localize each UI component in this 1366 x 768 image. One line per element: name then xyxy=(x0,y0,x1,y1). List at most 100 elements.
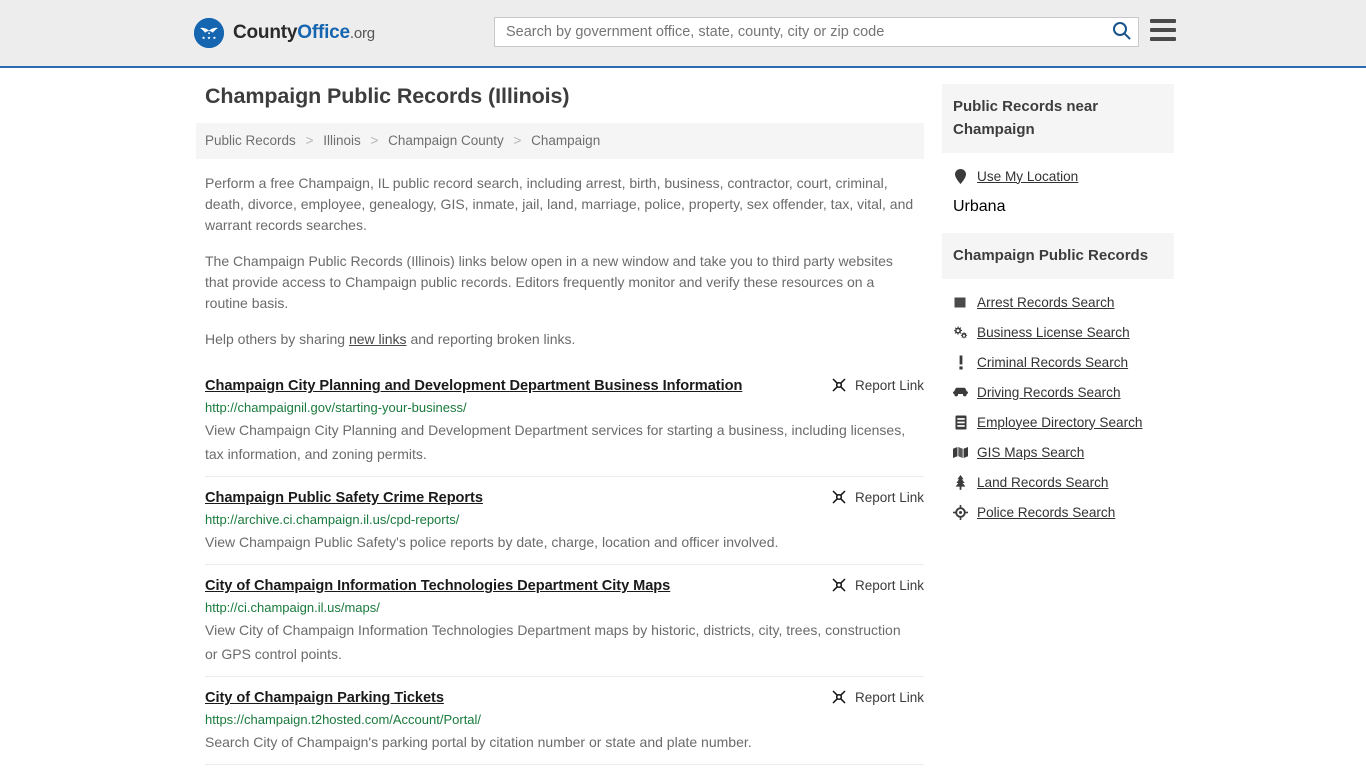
search-icon xyxy=(1112,21,1131,43)
site-logo-text: CountyOffice.org xyxy=(233,22,375,44)
listing-header: City of Champaign Parking Tickets Report… xyxy=(205,688,924,708)
content-container: Champaign Public Records (Illinois) Publ… xyxy=(196,68,1174,765)
listing-description: View Champaign City Planning and Develop… xyxy=(205,422,906,462)
page-body: Champaign Public Records (Illinois) Publ… xyxy=(0,68,1366,765)
hamburger-bar-2 xyxy=(1150,28,1176,32)
new-links-link[interactable]: new links xyxy=(349,331,407,347)
sidebar-item-employee-directory-search[interactable]: Employee Directory Search xyxy=(953,407,1174,437)
listing-item: Champaign City Planning and Development … xyxy=(205,365,924,477)
brand-part-org: .org xyxy=(349,25,375,42)
county-office-eagle-logo-icon xyxy=(194,18,224,48)
brand-part-county: County xyxy=(233,22,298,43)
main-column: Champaign Public Records (Illinois) Publ… xyxy=(196,84,924,765)
nearby-records-list: Use My Location Urbana xyxy=(942,153,1174,223)
brand-part-office: Office xyxy=(297,22,350,43)
square-icon xyxy=(953,294,968,310)
search-button[interactable] xyxy=(1104,18,1138,46)
sidebar: Public Records near Champaign Use My Loc… xyxy=(942,84,1174,537)
help-prefix-text: Help others by sharing xyxy=(205,331,349,347)
sidebar-item-label: Business License Search xyxy=(977,324,1130,340)
nearby-records-panel: Public Records near Champaign Use My Loc… xyxy=(942,84,1174,223)
sidebar-item-business-license-search[interactable]: Business License Search xyxy=(953,317,1174,347)
page-title: Champaign Public Records (Illinois) xyxy=(205,84,570,108)
listing-header: Champaign Public Safety Crime Reports Re… xyxy=(205,488,924,508)
cogs-icon xyxy=(953,324,968,340)
listing-title-link[interactable]: City of Champaign Parking Tickets xyxy=(205,688,444,708)
sidebar-item-label: Arrest Records Search xyxy=(977,294,1115,310)
listing-item: Champaign Public Safety Crime Reports Re… xyxy=(205,477,924,565)
map-icon xyxy=(953,444,968,460)
listing-description: View Champaign Public Safety's police re… xyxy=(205,534,779,550)
listing-description: View City of Champaign Information Techn… xyxy=(205,622,901,662)
nearby-records-heading: Public Records near Champaign xyxy=(942,84,1174,153)
sidebar-item-use-my-location[interactable]: Use My Location xyxy=(953,161,1174,191)
report-link-button[interactable]: Report Link xyxy=(831,488,924,505)
listing-url[interactable]: http://archive.ci.champaign.il.us/cpd-re… xyxy=(205,511,924,529)
listing-item: City of Champaign Parking Tickets Report… xyxy=(205,677,924,765)
sidebar-item-label: GIS Maps Search xyxy=(977,444,1085,460)
hamburger-menu-icon[interactable] xyxy=(1150,19,1176,41)
champaign-records-heading: Champaign Public Records xyxy=(942,233,1174,279)
report-link-button[interactable]: Report Link xyxy=(831,688,924,705)
broken-link-icon xyxy=(831,577,847,593)
broken-link-icon xyxy=(831,377,847,393)
report-link-label: Report Link xyxy=(854,489,924,505)
police-badge-icon xyxy=(953,504,968,520)
hamburger-bar-3 xyxy=(1150,37,1176,41)
sidebar-item-driving-records-search[interactable]: Driving Records Search xyxy=(953,377,1174,407)
listing-url[interactable]: http://champaignil.gov/starting-your-bus… xyxy=(205,399,924,417)
sidebar-item-criminal-records-search[interactable]: Criminal Records Search xyxy=(953,347,1174,377)
sidebar-item-urbana[interactable]: Urbana xyxy=(953,191,1174,223)
breadcrumb-separator-3: > xyxy=(513,133,522,148)
listing-title-link[interactable]: City of Champaign Information Technologi… xyxy=(205,576,670,596)
sidebar-item-gis-maps-search[interactable]: GIS Maps Search xyxy=(953,437,1174,467)
breadcrumb: Public Records > Illinois > Champaign Co… xyxy=(196,123,924,159)
exclamation-icon xyxy=(953,354,968,370)
search-input[interactable] xyxy=(495,18,1104,46)
sidebar-item-arrest-records-search[interactable]: Arrest Records Search xyxy=(953,287,1174,317)
intro-paragraph-1: Perform a free Champaign, IL public reco… xyxy=(205,175,914,233)
listing-url[interactable]: http://ci.champaign.il.us/maps/ xyxy=(205,599,924,617)
report-link-label: Report Link xyxy=(854,689,924,705)
listing-title-link[interactable]: Champaign City Planning and Development … xyxy=(205,376,742,396)
sidebar-item-label: Urbana xyxy=(953,198,1006,215)
listing-header: Champaign City Planning and Development … xyxy=(205,376,924,396)
tree-icon xyxy=(953,474,968,490)
sidebar-item-label: Criminal Records Search xyxy=(977,354,1129,370)
site-logo[interactable]: CountyOffice.org xyxy=(194,18,375,48)
search-bar xyxy=(494,17,1139,47)
broken-link-icon xyxy=(831,689,847,705)
report-link-button[interactable]: Report Link xyxy=(831,576,924,593)
help-suffix-text: and reporting broken links. xyxy=(406,331,576,347)
breadcrumb-separator-1: > xyxy=(305,133,314,148)
listing-item: City of Champaign Information Technologi… xyxy=(205,565,924,677)
champaign-records-panel: Champaign Public Records Arrest Records … xyxy=(942,233,1174,527)
id-card-icon xyxy=(953,414,968,430)
listing-title-link[interactable]: Champaign Public Safety Crime Reports xyxy=(205,488,483,508)
report-link-label: Report Link xyxy=(854,577,924,593)
help-share-paragraph: Help others by sharing new links and rep… xyxy=(205,329,920,350)
sidebar-item-label: Use My Location xyxy=(977,168,1079,184)
broken-link-icon xyxy=(831,489,847,505)
site-header: CountyOffice.org xyxy=(0,0,1366,68)
breadcrumb-item-illinois[interactable]: Illinois xyxy=(323,133,361,148)
hamburger-bar-1 xyxy=(1150,19,1176,23)
breadcrumb-item-public-records[interactable]: Public Records xyxy=(205,133,296,148)
report-link-button[interactable]: Report Link xyxy=(831,376,924,393)
breadcrumb-item-champaign-county[interactable]: Champaign County xyxy=(388,133,504,148)
intro-paragraph-2: The Champaign Public Records (Illinois) … xyxy=(205,253,893,311)
sidebar-item-label: Driving Records Search xyxy=(977,384,1121,400)
listing-description: Search City of Champaign's parking porta… xyxy=(205,734,752,750)
listing-header: City of Champaign Information Technologi… xyxy=(205,576,924,596)
sidebar-item-label: Land Records Search xyxy=(977,474,1109,490)
champaign-records-list: Arrest Records Search Business License S… xyxy=(942,279,1174,527)
sidebar-item-police-records-search[interactable]: Police Records Search xyxy=(953,497,1174,527)
car-icon xyxy=(953,384,968,400)
sidebar-item-land-records-search[interactable]: Land Records Search xyxy=(953,467,1174,497)
breadcrumb-separator-2: > xyxy=(370,133,379,148)
breadcrumb-item-champaign[interactable]: Champaign xyxy=(531,133,600,148)
map-pin-icon xyxy=(953,168,968,184)
listing-url[interactable]: https://champaign.t2hosted.com/Account/P… xyxy=(205,711,924,729)
sidebar-item-label: Police Records Search xyxy=(977,504,1116,520)
report-link-label: Report Link xyxy=(854,377,924,393)
